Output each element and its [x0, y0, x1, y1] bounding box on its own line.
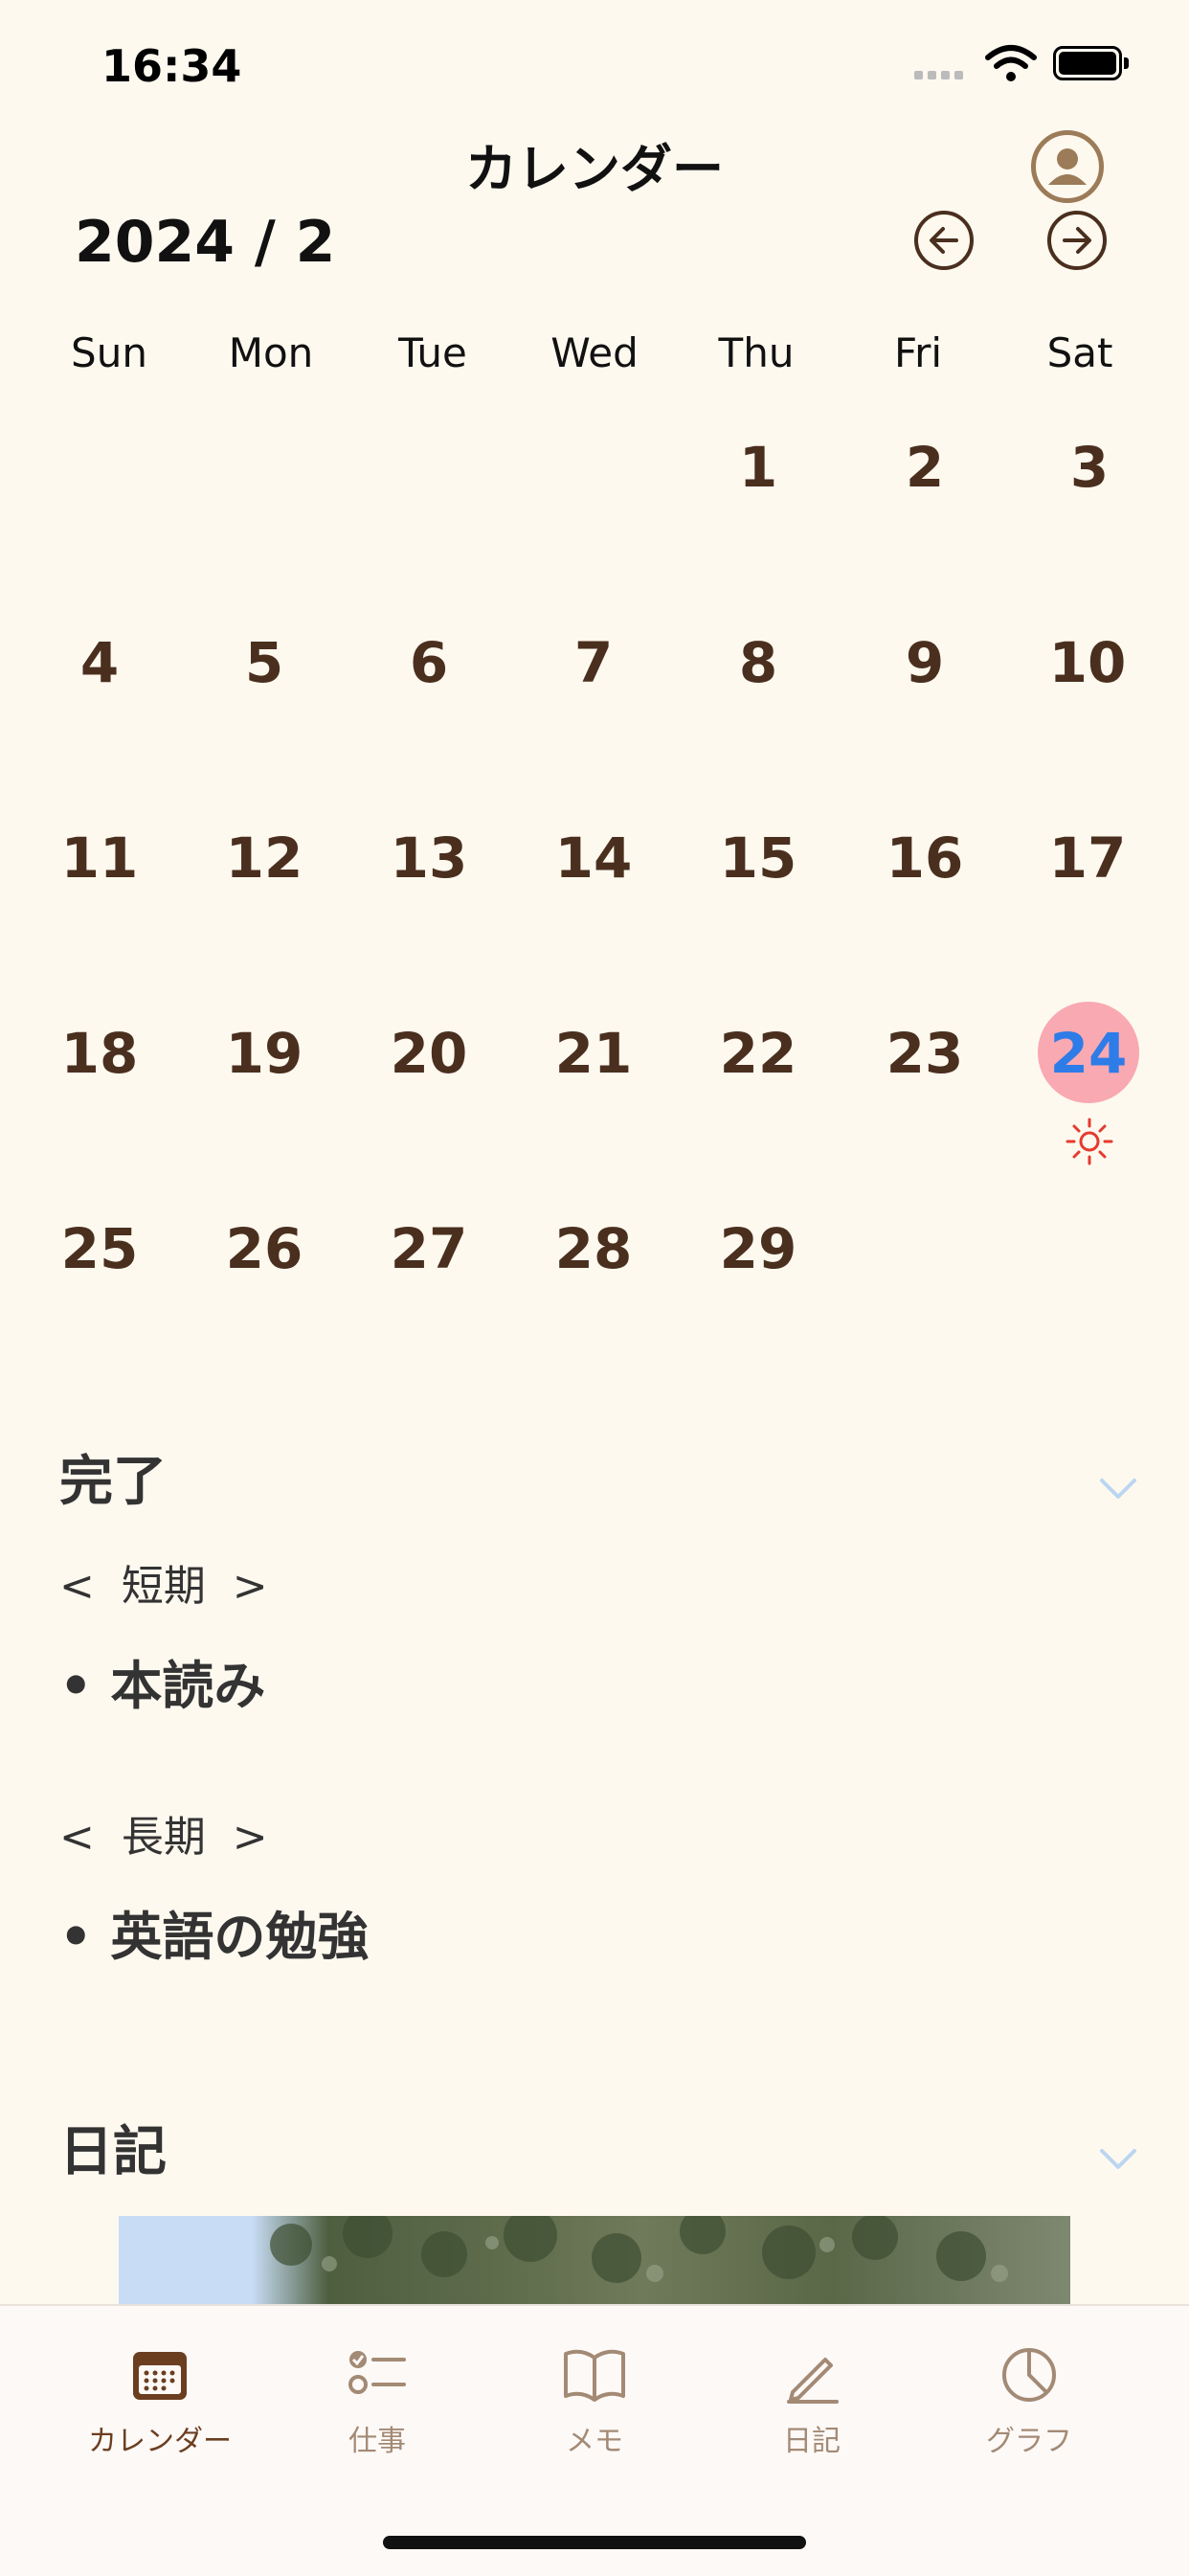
chevron-down-icon[interactable]: [1099, 2147, 1137, 2172]
previous-month-button[interactable]: [914, 211, 974, 270]
calendar-day[interactable]: 22: [720, 1021, 797, 1086]
tab-label: グラフ: [986, 2425, 1072, 2458]
home-indicator: [383, 2536, 806, 2549]
calendar-day[interactable]: 13: [391, 825, 468, 891]
tab-label: 仕事: [348, 2425, 406, 2458]
weekday-sat: Sat: [1046, 329, 1113, 376]
arrow-right-icon: [1063, 227, 1091, 254]
calendar-day[interactable]: 1: [739, 435, 777, 500]
tab-diary[interactable]: 日記: [716, 2344, 908, 2459]
status-time: 16:34: [101, 40, 242, 92]
calendar-day[interactable]: 6: [410, 630, 448, 695]
tab-calendar[interactable]: カレンダー: [64, 2344, 256, 2459]
calendar-day[interactable]: 12: [226, 825, 303, 891]
weekday-thu: Thu: [718, 329, 795, 376]
calendar-day[interactable]: 25: [61, 1216, 139, 1281]
weekday-mon: Mon: [228, 329, 314, 376]
tab-label: カレンダー: [88, 2425, 232, 2458]
long-term-label: < 長期 >: [59, 1813, 268, 1862]
next-month-button[interactable]: [1047, 211, 1107, 270]
calendar-day[interactable]: 21: [555, 1021, 633, 1086]
calendar-day[interactable]: 20: [391, 1021, 468, 1086]
calendar-day[interactable]: 11: [61, 825, 139, 891]
checklist-icon: [348, 2351, 406, 2394]
wifi-icon: [985, 45, 1037, 81]
completed-section-title: 完了: [59, 1451, 167, 1513]
battery-icon: [1053, 46, 1129, 80]
arrow-left-icon: [930, 227, 958, 254]
sun-icon: [1066, 1118, 1113, 1165]
tab-memo[interactable]: メモ: [499, 2344, 690, 2459]
calendar-day[interactable]: 28: [555, 1216, 633, 1281]
long-term-item: • 英語の勉強: [59, 1907, 370, 1967]
weekday-wed: Wed: [550, 329, 639, 376]
diary-photo[interactable]: [119, 2216, 1070, 2304]
calendar-day[interactable]: 18: [61, 1021, 139, 1086]
short-term-item: • 本読み: [59, 1656, 266, 1716]
book-icon: [564, 2349, 625, 2402]
tab-graph[interactable]: グラフ: [933, 2344, 1125, 2459]
calendar-day[interactable]: 8: [739, 630, 777, 695]
calendar-day[interactable]: 9: [906, 630, 944, 695]
calendar-day[interactable]: 2: [906, 435, 944, 500]
calendar-icon: [133, 2352, 187, 2400]
calendar-day[interactable]: 14: [555, 825, 633, 891]
calendar-day[interactable]: 29: [720, 1216, 797, 1281]
profile-button[interactable]: [1031, 130, 1104, 203]
diary-section-title: 日記: [59, 2121, 167, 2183]
pencil-icon: [787, 2358, 839, 2404]
calendar-day[interactable]: 4: [80, 630, 119, 695]
pie-chart-icon: [1002, 2348, 1056, 2402]
calendar-day[interactable]: 27: [391, 1216, 468, 1281]
calendar-day[interactable]: 17: [1049, 825, 1127, 891]
calendar-day[interactable]: 26: [226, 1216, 303, 1281]
tab-label: 日記: [783, 2425, 841, 2458]
calendar-day[interactable]: 7: [574, 630, 613, 695]
tab-work[interactable]: 仕事: [281, 2344, 473, 2459]
calendar-day[interactable]: 16: [886, 825, 964, 891]
short-term-label: < 短期 >: [59, 1562, 268, 1611]
page-title: カレンダー: [465, 139, 724, 199]
calendar-day[interactable]: 15: [720, 825, 797, 891]
chevron-down-icon[interactable]: [1099, 1477, 1137, 1502]
signal-icon: [914, 65, 968, 83]
tab-label: メモ: [566, 2425, 623, 2458]
calendar-day[interactable]: 5: [245, 630, 283, 695]
weekday-fri: Fri: [893, 329, 943, 376]
weekday-tue: Tue: [398, 329, 467, 376]
calendar-day[interactable]: 3: [1070, 435, 1109, 500]
weekday-sun: Sun: [71, 329, 147, 376]
calendar-day-today[interactable]: 24: [1050, 1021, 1128, 1086]
person-icon: [1048, 148, 1087, 185]
calendar-day[interactable]: 23: [886, 1021, 964, 1086]
calendar-day[interactable]: 19: [226, 1021, 303, 1086]
month-label: 2024 / 2: [75, 209, 336, 276]
calendar-day[interactable]: 10: [1049, 630, 1127, 695]
